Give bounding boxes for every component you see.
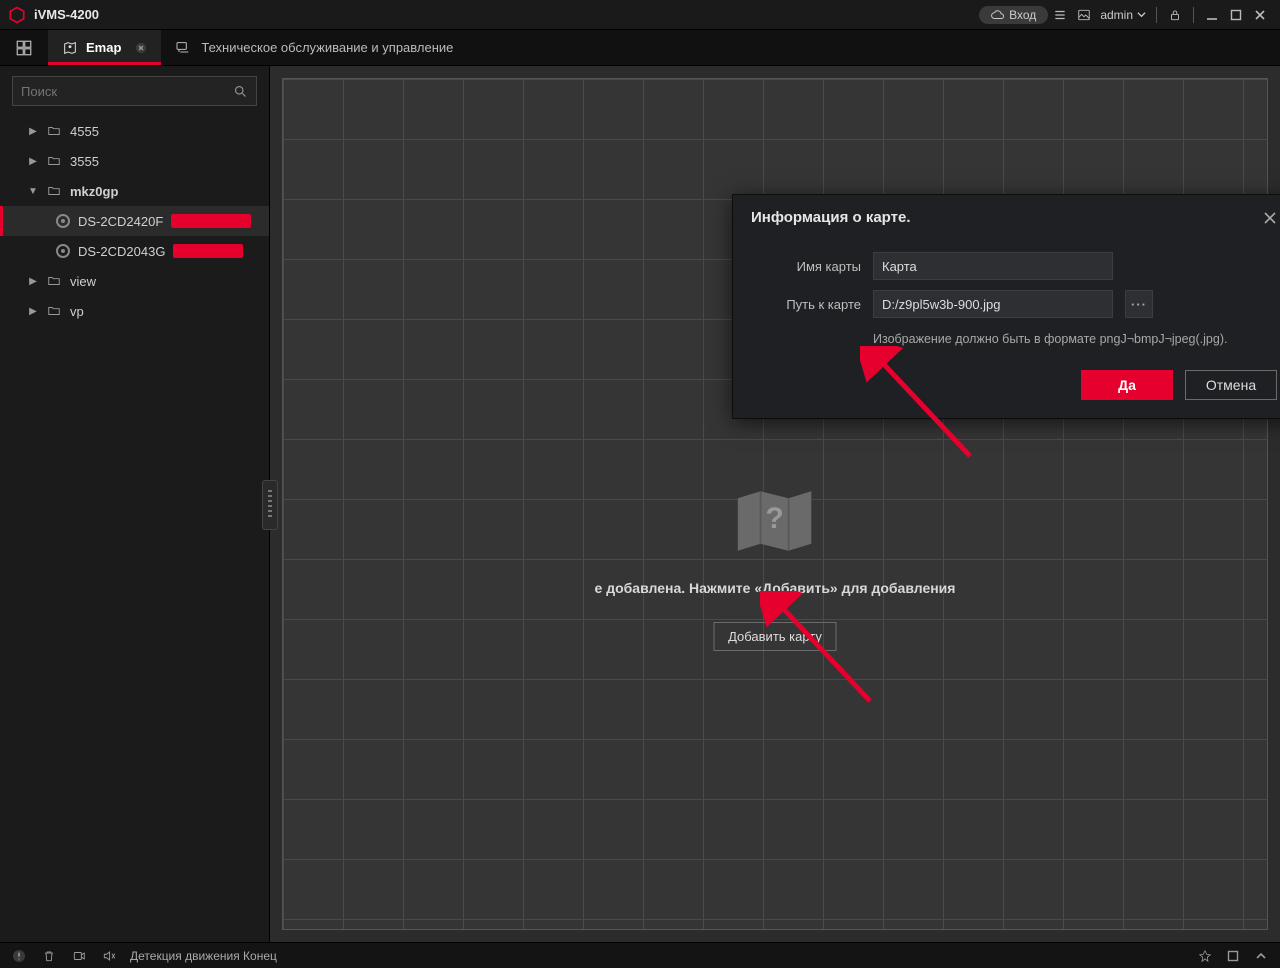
folder-icon bbox=[46, 124, 62, 138]
add-map-button[interactable]: Добавить карту bbox=[713, 622, 837, 651]
dashboard-button[interactable] bbox=[0, 30, 48, 65]
tree-label: vp bbox=[70, 304, 84, 319]
maintenance-icon bbox=[175, 40, 191, 56]
tree-label: 3555 bbox=[70, 154, 99, 169]
window-close-icon[interactable] bbox=[1248, 3, 1272, 27]
canvas-area: ? е добавлена. Нажмите «Добавить» для до… bbox=[270, 66, 1280, 942]
dialog-close-icon[interactable] bbox=[1263, 211, 1277, 225]
tab-strip: Emap Техническое обслуживание и управлен… bbox=[0, 30, 1280, 66]
main-area: ▶ 4555 ▶ 3555 ▼ mkz0gp DS-2CD2420F bbox=[0, 66, 1280, 942]
window-maximize-icon[interactable] bbox=[1224, 3, 1248, 27]
motion-icon[interactable] bbox=[70, 947, 88, 965]
tree-node-camera-2[interactable]: DS-2CD2043G bbox=[0, 236, 269, 266]
map-pin-icon bbox=[62, 40, 78, 56]
app-logo-icon bbox=[8, 6, 26, 24]
pin-icon[interactable] bbox=[1196, 947, 1214, 965]
svg-text:?: ? bbox=[766, 502, 784, 535]
tab-maintenance-label: Техническое обслуживание и управление bbox=[201, 40, 453, 55]
alert-icon[interactable] bbox=[10, 947, 28, 965]
window-minimize-icon[interactable] bbox=[1200, 3, 1224, 27]
tree-label: view bbox=[70, 274, 96, 289]
folder-icon bbox=[46, 304, 62, 318]
map-info-dialog: Информация о карте. Имя карты Путь к кар… bbox=[732, 194, 1280, 419]
folder-icon bbox=[46, 274, 62, 288]
camera-icon bbox=[56, 244, 70, 258]
ok-button[interactable]: Да bbox=[1081, 370, 1173, 400]
picture-icon[interactable] bbox=[1072, 3, 1096, 27]
format-hint: Изображение должно быть в формате pngЈ¬b… bbox=[873, 328, 1277, 348]
separator bbox=[1193, 7, 1194, 23]
tree-node-camera-1[interactable]: DS-2CD2420F bbox=[0, 206, 269, 236]
search-box[interactable] bbox=[12, 76, 257, 106]
empty-state: ? е добавлена. Нажмите «Добавить» для до… bbox=[595, 486, 956, 651]
tab-maintenance[interactable]: Техническое обслуживание и управление bbox=[161, 30, 467, 65]
tree-node-mkz0gp[interactable]: ▼ mkz0gp bbox=[0, 176, 269, 206]
map-path-input[interactable] bbox=[873, 290, 1113, 318]
field-map-name: Имя карты bbox=[751, 252, 1277, 280]
user-menu[interactable]: admin bbox=[1096, 8, 1150, 22]
search-icon[interactable] bbox=[233, 84, 248, 99]
map-name-input[interactable] bbox=[873, 252, 1113, 280]
tree-label: mkz0gp bbox=[70, 184, 118, 199]
mute-icon[interactable] bbox=[100, 947, 118, 965]
sidebar: ▶ 4555 ▶ 3555 ▼ mkz0gp DS-2CD2420F bbox=[0, 66, 270, 942]
tab-emap-label: Emap bbox=[86, 40, 121, 55]
browse-button[interactable]: ··· bbox=[1125, 290, 1153, 318]
user-label: admin bbox=[1100, 8, 1133, 22]
status-bar: Детекция движения Конец bbox=[0, 942, 1280, 968]
caret-right-icon: ▶ bbox=[28, 126, 38, 137]
field-map-path: Путь к карте ··· bbox=[751, 290, 1277, 318]
caret-right-icon: ▶ bbox=[28, 156, 38, 167]
expand-icon[interactable] bbox=[1224, 947, 1242, 965]
caret-right-icon: ▶ bbox=[28, 306, 38, 317]
tree-node-view[interactable]: ▶ view bbox=[0, 266, 269, 296]
lock-icon[interactable] bbox=[1163, 3, 1187, 27]
tree-node-4555[interactable]: ▶ 4555 bbox=[0, 116, 269, 146]
tree-label: 4555 bbox=[70, 124, 99, 139]
map-placeholder-icon: ? bbox=[730, 486, 820, 556]
tree-label: DS-2CD2043G bbox=[78, 244, 165, 259]
cloud-login-label: Вход bbox=[1009, 8, 1036, 22]
app-title: iVMS-4200 bbox=[34, 7, 99, 22]
tree-label: DS-2CD2420F bbox=[78, 214, 163, 229]
search-input[interactable] bbox=[21, 84, 233, 99]
tree-node-vp[interactable]: ▶ vp bbox=[0, 296, 269, 326]
redaction-bar bbox=[171, 214, 251, 228]
caret-right-icon: ▶ bbox=[28, 276, 38, 287]
tab-close-icon[interactable] bbox=[129, 42, 147, 54]
dialog-title: Информация о карте. bbox=[751, 209, 911, 226]
title-bar: iVMS-4200 Вход admin bbox=[0, 0, 1280, 30]
redaction-bar bbox=[173, 244, 243, 258]
folder-icon bbox=[46, 184, 62, 198]
cancel-button[interactable]: Отмена bbox=[1185, 370, 1277, 400]
map-name-label: Имя карты bbox=[751, 259, 861, 274]
tab-emap[interactable]: Emap bbox=[48, 30, 161, 65]
status-message: Детекция движения Конец bbox=[130, 949, 277, 963]
map-path-label: Путь к карте bbox=[751, 297, 861, 312]
cloud-login-button[interactable]: Вход bbox=[979, 6, 1048, 24]
caret-down-icon: ▼ bbox=[28, 186, 38, 197]
separator bbox=[1156, 7, 1157, 23]
pane-resize-handle[interactable] bbox=[262, 480, 278, 530]
folder-icon bbox=[46, 154, 62, 168]
camera-icon bbox=[56, 214, 70, 228]
device-tree: ▶ 4555 ▶ 3555 ▼ mkz0gp DS-2CD2420F bbox=[0, 112, 269, 326]
tree-node-3555[interactable]: ▶ 3555 bbox=[0, 146, 269, 176]
list-menu-icon[interactable] bbox=[1048, 3, 1072, 27]
empty-state-message: е добавлена. Нажмите «Добавить» для доба… bbox=[595, 580, 956, 596]
trash-icon[interactable] bbox=[40, 947, 58, 965]
collapse-up-icon[interactable] bbox=[1252, 947, 1270, 965]
